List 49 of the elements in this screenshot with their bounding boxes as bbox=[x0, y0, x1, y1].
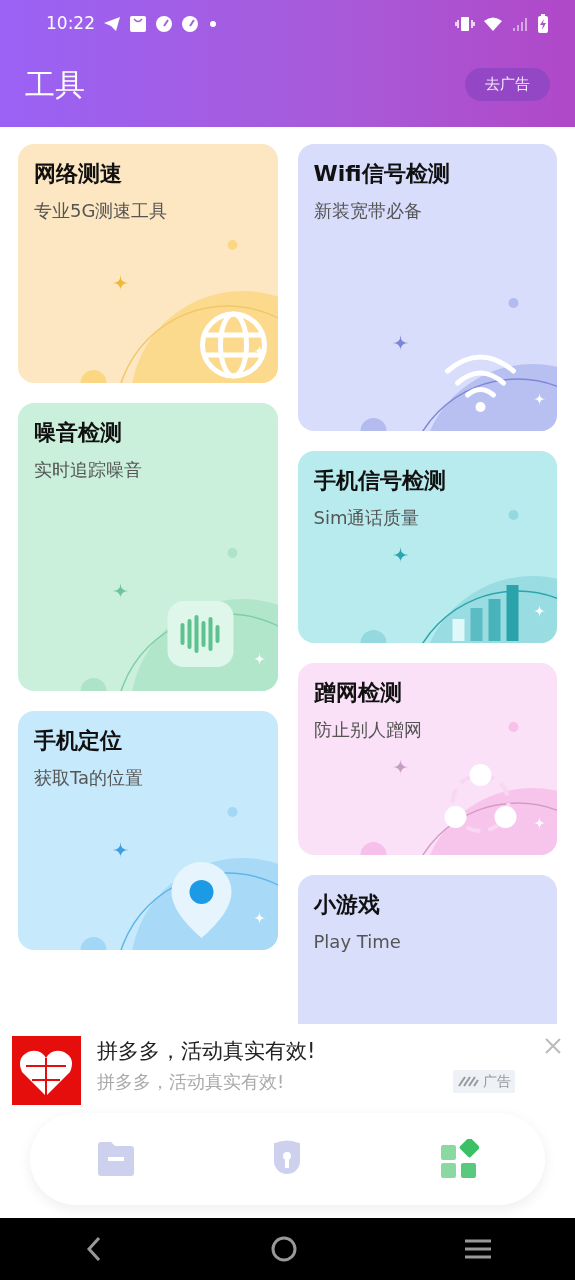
gauge-icon bbox=[181, 15, 199, 33]
folder-icon[interactable] bbox=[95, 1139, 136, 1179]
card-title: 手机定位 bbox=[34, 727, 123, 755]
vibrate-icon bbox=[455, 16, 475, 32]
tool-card[interactable]: 手机信号检测 Sim通话质量 bbox=[297, 451, 557, 643]
card-title: 网络测速 bbox=[34, 160, 123, 188]
battery-icon bbox=[537, 14, 549, 34]
tool-card[interactable]: 网络测速 专业5G测速工具 bbox=[18, 144, 278, 383]
card-title: 噪音检测 bbox=[34, 419, 123, 447]
notification-dot-icon bbox=[207, 20, 219, 28]
card-title: 手机信号检测 bbox=[313, 467, 447, 495]
apps-icon[interactable] bbox=[439, 1139, 480, 1179]
wifi-icon bbox=[483, 16, 503, 32]
location-pin-icon bbox=[171, 862, 232, 938]
card-subtitle: Play Time bbox=[313, 929, 402, 954]
time-text: 10:22 bbox=[46, 12, 95, 36]
send-icon bbox=[103, 16, 121, 32]
gauge-icon bbox=[155, 15, 173, 33]
close-icon[interactable] bbox=[543, 1036, 563, 1056]
ad-mark-icon bbox=[457, 1075, 479, 1087]
ad-badge: 广告 bbox=[453, 1069, 515, 1093]
card-title: 小游戏 bbox=[313, 891, 381, 919]
card-subtitle: 获取Ta的位置 bbox=[34, 765, 145, 790]
globe-icon bbox=[200, 311, 267, 379]
card-subtitle: Sim通话质量 bbox=[313, 505, 421, 530]
card-title: Wifi信号检测 bbox=[313, 160, 451, 188]
tool-card[interactable]: Wifi信号检测 新装宽带必备 bbox=[297, 144, 557, 431]
remove-ads-button[interactable]: 去广告 bbox=[465, 68, 550, 101]
wifi-icon bbox=[444, 354, 516, 412]
ad-logo bbox=[12, 1036, 81, 1105]
ad-title: 拼多多，活动真实有效! bbox=[97, 1038, 317, 1065]
page-title: 工具 bbox=[24, 66, 85, 104]
card-subtitle: 专业5G测速工具 bbox=[34, 198, 169, 223]
signal-icon bbox=[511, 16, 529, 32]
share-icon bbox=[444, 764, 516, 833]
ad-subtitle: 拼多多，活动真实有效! bbox=[97, 1069, 285, 1094]
sound-wave-icon bbox=[167, 601, 234, 667]
home-icon[interactable] bbox=[270, 1236, 297, 1262]
tool-card[interactable]: 蹭网检测 防止别人蹭网 bbox=[297, 663, 557, 855]
signal-bars-icon bbox=[452, 585, 518, 641]
menu-icon[interactable] bbox=[463, 1238, 492, 1260]
tool-card[interactable]: 小游戏 Play Time bbox=[297, 875, 557, 1024]
card-title: 蹭网检测 bbox=[313, 679, 403, 707]
tool-card[interactable]: 手机定位 获取Ta的位置 bbox=[18, 711, 278, 950]
card-subtitle: 新装宽带必备 bbox=[313, 198, 423, 223]
tool-card[interactable]: 噪音检测 实时追踪噪音 bbox=[18, 403, 278, 691]
card-subtitle: 实时追踪噪音 bbox=[34, 457, 143, 482]
bag-icon bbox=[129, 15, 147, 33]
card-subtitle: 防止别人蹭网 bbox=[313, 717, 423, 742]
